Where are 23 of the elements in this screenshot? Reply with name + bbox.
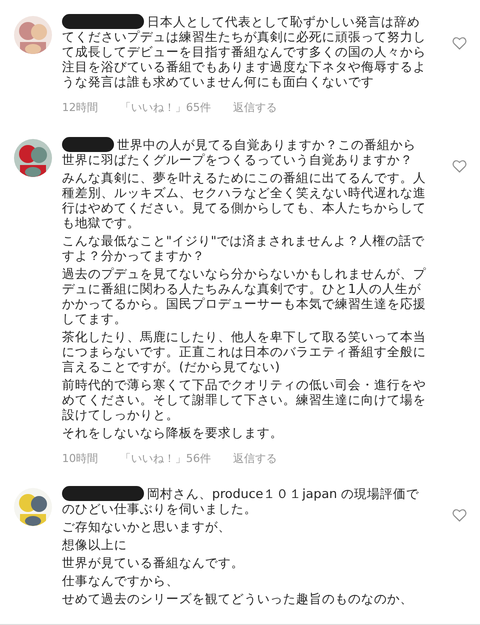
comment-text: それをしないなら降板を要求します。: [62, 425, 284, 440]
reply-link[interactable]: 返信する: [233, 451, 277, 466]
likes-link[interactable]: 「いいね！」56件: [120, 451, 211, 466]
likes-link[interactable]: 「いいね！」65件: [120, 100, 211, 115]
comment-text: 世界中の人が見てる自覚ありますか？この番組から世界に羽ばたくグループをつくるっていう自覚ありますか？: [62, 137, 417, 167]
reply-link[interactable]: 返信する: [233, 100, 277, 115]
comment-text: せめて過去のシリーズを観てどういった趣旨のものなのか、: [62, 591, 414, 606]
comment-text: みんな真剣に、夢を叶えるためにこの番組に出てるんです。人種差別、ルッキズム、セクハラなど全く笑えない時代遅れな進行はやめてください。見てる側からしても、本人たちからしても地獄です。: [62, 170, 427, 230]
comment-time: 10時間: [62, 451, 98, 466]
comment-text: 想像以上に: [62, 537, 128, 552]
comment-text: 仕事なんですから、: [62, 573, 180, 588]
heart-icon[interactable]: [452, 508, 467, 522]
comment-text: 茶化したり、馬鹿にしたり、他人を卑下して取る笑いって本当につまらないです。正直これは日本のバラエティ番組す全般に言えることですが。(だから見てない): [62, 329, 427, 374]
comment-text: こんな最低なこと"イジり"では済まされませんよ？人権の話ですよ？分かってますか？: [62, 233, 426, 263]
comment-text: 日本人として代表として恥ずかしい発言は辞めてくださいプデュは練習生たちが真剣に必死に頑張って努力して成長してデビューを目指す番組なんです多くの国の人々から注目を浴びている番組でもあります過度な下ネタや侮辱するような発言は誰も求めていません何にも面白くないです: [62, 14, 427, 89]
comment-text: 岡村さん、produce１０１japan の現場評価でのひどい仕事ぶりを伺いました。: [62, 486, 420, 516]
comment-text: ご存知ないかと思いますが、: [62, 519, 232, 534]
comment-text: 世界が見ている番組なんです。: [62, 555, 245, 570]
heart-icon[interactable]: [452, 159, 467, 173]
comment-time: 12時間: [62, 100, 98, 115]
comment-text: 過去のプデュを見てないなら分からないかもしれませんが、プデュに番組に関わる人たちみんな真剣です。ひと1人の人生がかかってるから。国民プロデューサーも本気で練習生達を応援してます。: [62, 266, 427, 326]
heart-icon[interactable]: [452, 36, 467, 50]
comment-text: 前時代的で薄ら寒くて下品でクオリティの低い司会・進行をやめてください。そして謝罪して下さい。練習生達に向けて場を設けてしっかりと。: [62, 377, 427, 422]
